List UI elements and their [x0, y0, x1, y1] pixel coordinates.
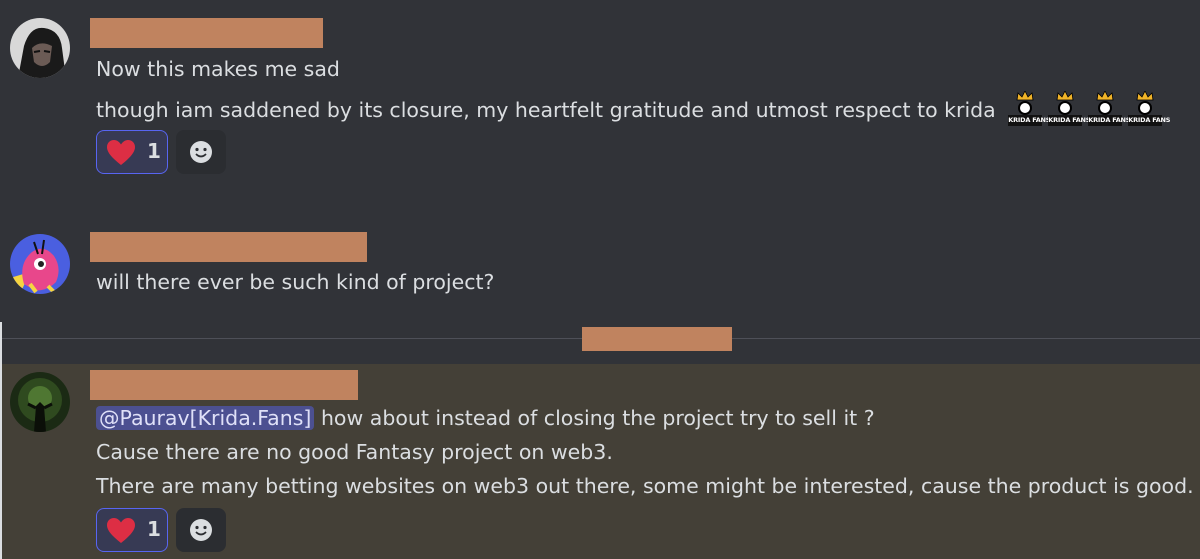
heart-icon — [107, 518, 135, 543]
avatar[interactable] — [10, 234, 70, 294]
krida-fans-emoji: KRIDA FANS — [1048, 91, 1091, 127]
heart-icon — [107, 140, 135, 165]
add-reaction-button[interactable] — [176, 130, 226, 174]
user-mention[interactable]: @Paurav[Krida.Fans] — [96, 406, 315, 430]
date-label-redacted — [582, 327, 732, 351]
badge-label: KRIDA FANS — [1048, 115, 1091, 126]
smiley-icon — [190, 519, 212, 541]
badge-label: KRIDA FANS — [1008, 115, 1051, 126]
message-text-content: though iam saddened by its closure, my h… — [96, 98, 996, 122]
message-text: will there ever be such kind of project? — [96, 270, 495, 294]
message-text: There are many betting websites on web3 … — [96, 474, 1194, 498]
message-1: Now this makes me sad though iam saddene… — [0, 0, 1200, 200]
username-redacted[interactable] — [90, 18, 323, 48]
badge-label: KRIDA FANS — [1128, 115, 1171, 126]
username-redacted[interactable] — [90, 232, 367, 262]
emoji-badges: KRIDA FANS KRIDA FANS KRIDA FANS KRIDA F… — [1008, 91, 1171, 127]
smiley-icon — [190, 141, 212, 163]
message-text: @Paurav[Krida.Fans] how about instead of… — [96, 404, 875, 432]
badge-label: KRIDA FANS — [1088, 115, 1131, 126]
reaction-count: 1 — [147, 139, 161, 163]
username-redacted[interactable] — [90, 370, 358, 400]
reaction-count: 1 — [147, 517, 161, 541]
message-text: Now this makes me sad — [96, 57, 340, 81]
add-reaction-button[interactable] — [176, 508, 226, 552]
avatar[interactable] — [10, 18, 70, 78]
message-text: though iam saddened by its closure, my h… — [96, 91, 1171, 129]
message-text: Cause there are no good Fantasy project … — [96, 440, 613, 464]
heart-reaction-button[interactable]: 1 — [96, 508, 168, 552]
heart-reaction-button[interactable]: 1 — [96, 130, 168, 174]
message-3: @Paurav[Krida.Fans] how about instead of… — [0, 364, 1200, 559]
avatar[interactable] — [10, 372, 70, 432]
krida-fans-emoji: KRIDA FANS — [1128, 91, 1171, 127]
krida-fans-emoji: KRIDA FANS — [1008, 91, 1051, 127]
message-text-content: how about instead of closing the project… — [314, 406, 875, 430]
message-2: will there ever be such kind of project? — [0, 220, 1200, 320]
krida-fans-emoji: KRIDA FANS — [1088, 91, 1131, 127]
